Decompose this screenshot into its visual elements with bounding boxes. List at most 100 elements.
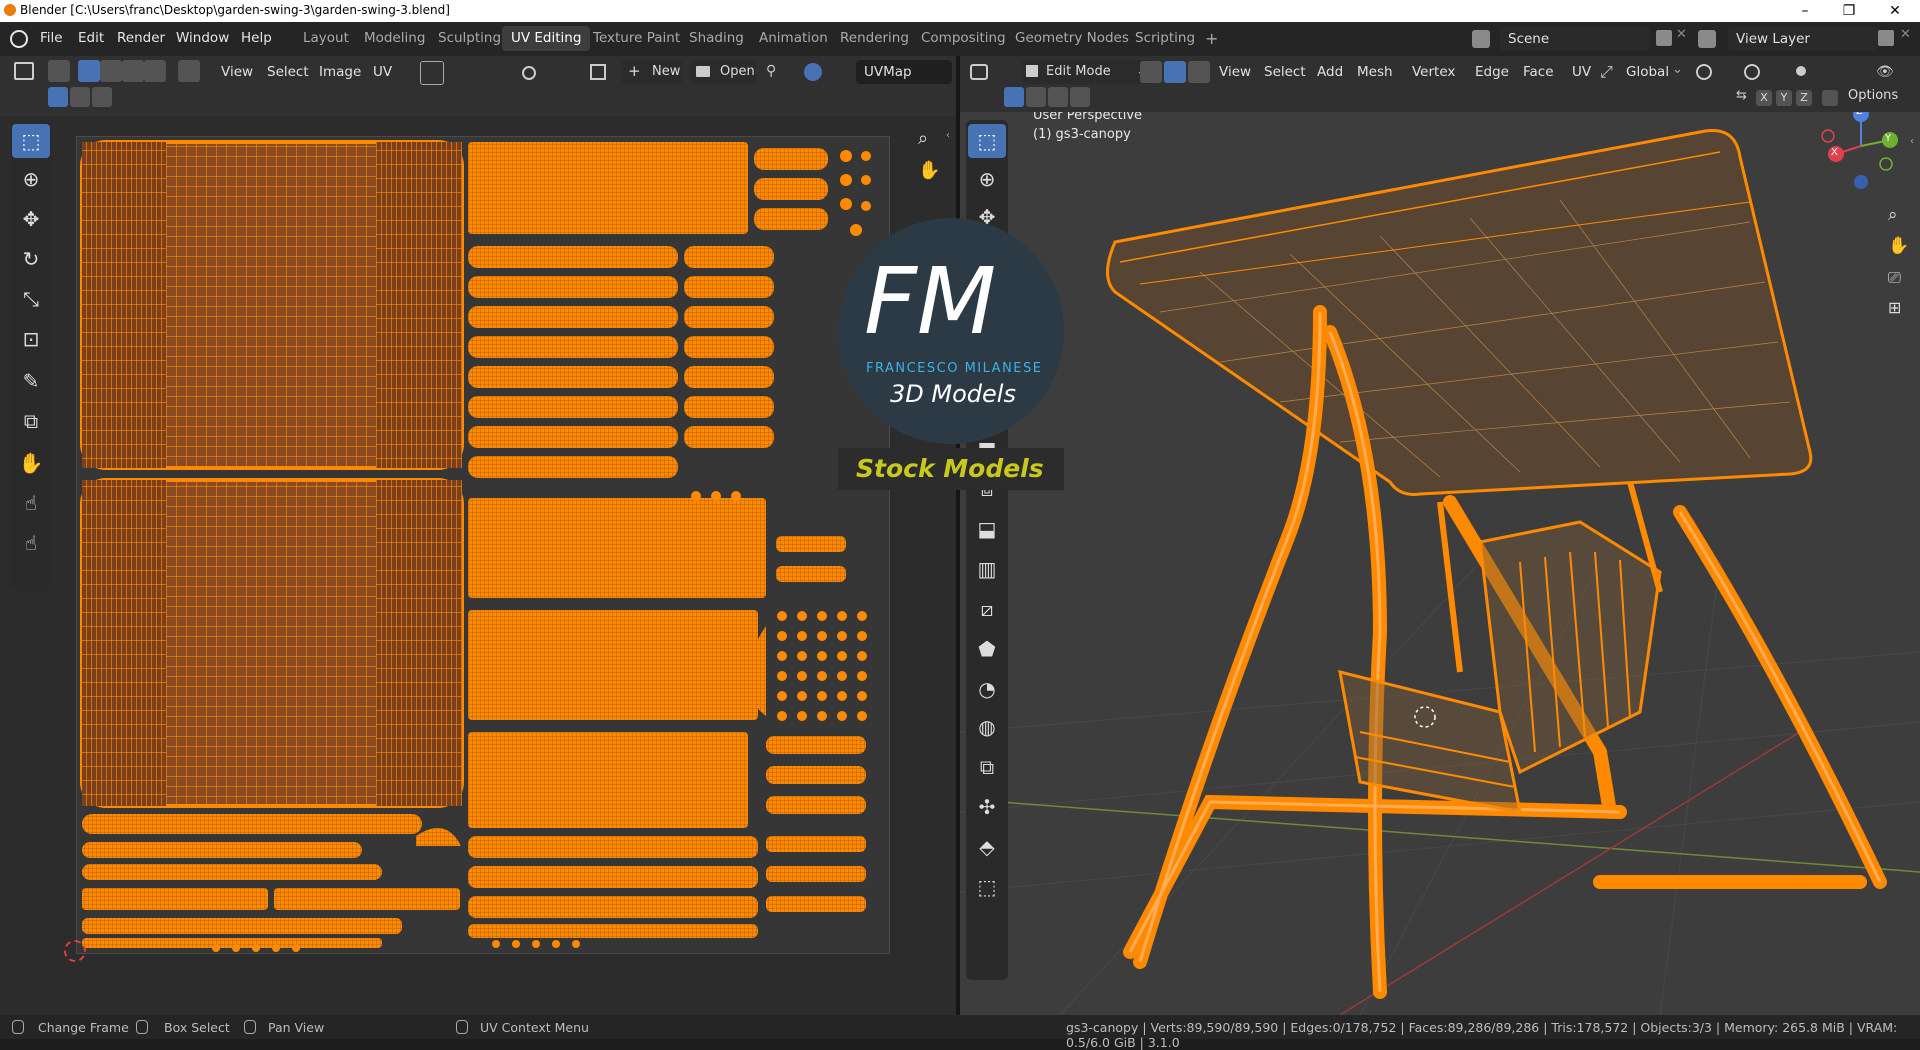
tab-modeling[interactable]: Modeling xyxy=(355,26,434,51)
pan-hand-icon[interactable]: ✋ xyxy=(918,160,940,181)
view-layer-selector[interactable]: View Layer xyxy=(1728,27,1878,51)
chevron-down-icon[interactable]: ⌄ xyxy=(1672,62,1683,77)
knife-tool-icon[interactable]: ⧄ xyxy=(968,592,1006,626)
tab-shading[interactable]: Shading xyxy=(680,26,753,51)
rip-region-tool-icon[interactable]: ⬚ xyxy=(968,870,1006,904)
face-select-mode-icon[interactable] xyxy=(1188,61,1210,83)
pan-hand-icon[interactable]: ✋ xyxy=(1888,236,1909,256)
menu-edit[interactable]: Edit xyxy=(78,30,104,46)
visibility-eye-icon[interactable]: 👁 xyxy=(1876,64,1894,80)
zoom-icon[interactable]: ⌕ xyxy=(1888,205,1898,225)
viewport-menu-view[interactable]: View xyxy=(1219,64,1251,80)
blender-menu-icon[interactable] xyxy=(10,30,28,48)
cursor-tool-icon[interactable]: ⊕ xyxy=(968,162,1006,196)
sidebar-toggle-icon[interactable]: ‹ xyxy=(946,130,950,141)
sidebar-toggle-icon[interactable]: ‹ xyxy=(1910,136,1914,147)
viewport-canvas[interactable]: User Perspective (1) gs3-canopy Z X Y ⌕ … xyxy=(960,112,1920,1015)
edge-select-icon[interactable] xyxy=(100,60,122,82)
new-image-button[interactable]: + New xyxy=(622,60,682,84)
pivot-point-icon[interactable] xyxy=(1696,64,1712,80)
scene-selector[interactable]: Scene xyxy=(1500,27,1650,51)
tab-sculpting[interactable]: Sculpting xyxy=(429,26,510,51)
island-select-icon[interactable] xyxy=(144,60,166,82)
proportional-edit-icon[interactable] xyxy=(522,66,536,80)
uv-menu-uv[interactable]: UV xyxy=(373,64,392,80)
scene-icon[interactable] xyxy=(1472,30,1490,48)
rotate-tool-icon[interactable]: ↻ xyxy=(12,242,50,276)
sync-selection-icon[interactable] xyxy=(48,60,70,82)
zoom-icon[interactable]: ⌕ xyxy=(918,128,928,149)
transform-tool-icon[interactable]: ⊡ xyxy=(12,322,50,356)
viewport-menu-add[interactable]: Add xyxy=(1317,64,1343,80)
open-image-button[interactable]: Open xyxy=(690,60,756,84)
move-tool-icon[interactable]: ✥ xyxy=(12,202,50,236)
scale-tool-icon[interactable]: ⤡ xyxy=(12,282,50,316)
restore-button[interactable]: ❐ xyxy=(1826,0,1872,22)
edge-select-mode-icon[interactable] xyxy=(1164,61,1186,83)
vertex-select-mode-icon[interactable] xyxy=(1140,61,1162,83)
add-workspace-button[interactable]: + xyxy=(1196,26,1227,51)
topology-mirror-icon[interactable] xyxy=(1822,90,1838,106)
uv-canvas[interactable] xyxy=(0,116,956,1015)
select-mode-extend-icon[interactable] xyxy=(1026,87,1046,107)
relax-tool-icon[interactable]: ☝ xyxy=(12,486,50,520)
uv-editor[interactable]: View Select Image UV + New Open ⚲ UVMap xyxy=(0,56,956,1015)
snap-icon[interactable] xyxy=(1744,64,1760,80)
spin-tool-icon[interactable]: ◔ xyxy=(968,672,1006,706)
loop-cut-tool-icon[interactable]: ▥ xyxy=(968,552,1006,586)
grab-tool-icon[interactable]: ✋ xyxy=(12,446,50,480)
navigation-gizmo[interactable]: Z X Y xyxy=(1816,112,1906,196)
mirror-x-toggle[interactable]: X xyxy=(1756,90,1772,106)
remove-view-layer-icon[interactable]: ✕ xyxy=(1900,27,1911,42)
uv-menu-select[interactable]: Select xyxy=(267,64,309,80)
menu-help[interactable]: Help xyxy=(241,30,272,46)
tab-layout[interactable]: Layout xyxy=(294,26,358,51)
mirror-y-toggle[interactable]: Y xyxy=(1776,90,1792,106)
shrink-fatten-tool-icon[interactable]: ✣ xyxy=(968,790,1006,824)
vertex-select-icon[interactable] xyxy=(78,60,100,82)
view-layer-icon[interactable] xyxy=(1698,30,1716,48)
remove-scene-icon[interactable]: ✕ xyxy=(1676,27,1687,42)
pin-icon[interactable]: ⚲ xyxy=(766,63,776,79)
select-box-tool-icon[interactable]: ⬚ xyxy=(968,124,1006,158)
viewport-menu-face[interactable]: Face xyxy=(1523,64,1554,80)
snap-icon[interactable] xyxy=(456,61,478,83)
uv-menu-view[interactable]: View xyxy=(221,64,253,80)
new-scene-icon[interactable] xyxy=(1656,30,1672,46)
bevel-tool-icon[interactable]: ⬓ xyxy=(968,512,1006,546)
close-button[interactable]: ✕ xyxy=(1872,0,1918,22)
2d-cursor-icon[interactable] xyxy=(64,940,86,962)
tab-rendering[interactable]: Rendering xyxy=(831,26,918,51)
editor-type-icon[interactable] xyxy=(14,62,34,80)
select-mode-set-icon[interactable] xyxy=(48,87,68,107)
sticky-select-icon[interactable] xyxy=(178,60,200,82)
uv-menu-image[interactable]: Image xyxy=(319,64,361,80)
menu-render[interactable]: Render xyxy=(117,30,165,46)
menu-file[interactable]: File xyxy=(40,30,63,46)
transform-orientation-icon[interactable]: ⤢ xyxy=(1600,62,1613,82)
overlays-icon[interactable] xyxy=(804,63,822,81)
select-mode-subtract-icon[interactable] xyxy=(92,87,112,107)
minimize-button[interactable]: – xyxy=(1782,0,1828,22)
viewport-menu-vertex[interactable]: Vertex xyxy=(1412,64,1455,80)
smooth-tool-icon[interactable]: ◍ xyxy=(968,710,1006,744)
viewport-menu-mesh[interactable]: Mesh xyxy=(1357,64,1393,80)
select-mode-subtract-icon[interactable] xyxy=(1048,87,1068,107)
options-dropdown[interactable]: Options xyxy=(1848,88,1898,103)
cursor-tool-icon[interactable]: ⊕ xyxy=(12,162,50,196)
poly-build-tool-icon[interactable]: ⬟ xyxy=(968,632,1006,666)
tab-texture-paint[interactable]: Texture Paint xyxy=(584,26,689,51)
annotate-tool-icon[interactable]: ✎ xyxy=(12,364,50,398)
shear-tool-icon[interactable]: ⬘ xyxy=(968,830,1006,864)
pivot-icon[interactable] xyxy=(420,61,444,85)
tab-compositing[interactable]: Compositing xyxy=(912,26,1015,51)
editor-type-icon[interactable] xyxy=(970,64,988,80)
viewport-menu-uv[interactable]: UV xyxy=(1572,64,1591,80)
snap-target-icon[interactable] xyxy=(478,61,500,83)
tab-uv-editing[interactable]: UV Editing xyxy=(502,26,591,51)
select-mode-extend-icon[interactable] xyxy=(70,87,90,107)
orientation-selector[interactable]: Global xyxy=(1626,64,1669,80)
perspective-toggle-icon[interactable]: ⊞ xyxy=(1888,298,1901,317)
mode-selector[interactable]: Edit Mode ⌄ xyxy=(1022,60,1152,84)
viewport-menu-select[interactable]: Select xyxy=(1264,64,1306,80)
